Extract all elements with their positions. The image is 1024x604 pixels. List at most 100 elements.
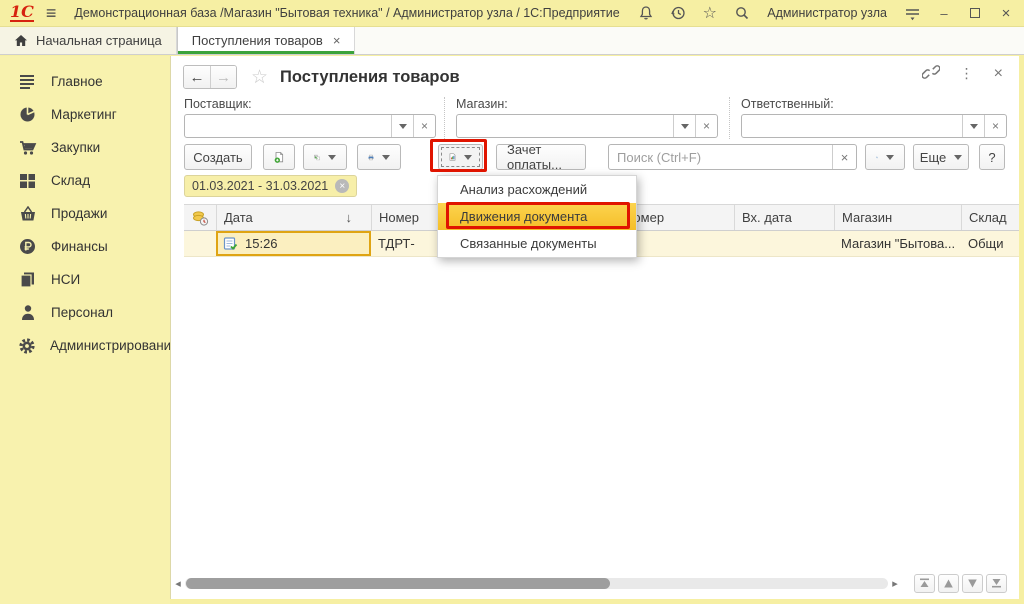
row-in-date-cell[interactable] bbox=[734, 231, 834, 256]
main-menu-icon[interactable]: ≡ bbox=[46, 3, 57, 24]
clear-button[interactable]: × bbox=[695, 115, 717, 137]
forward-button[interactable]: → bbox=[210, 66, 236, 88]
menu-item-related-documents[interactable]: Связанные документы bbox=[438, 230, 636, 257]
create-button[interactable]: Создать bbox=[184, 144, 252, 170]
clear-button[interactable]: × bbox=[413, 115, 435, 137]
scroll-left-icon[interactable]: ◂ bbox=[171, 577, 185, 590]
link-icon[interactable] bbox=[922, 64, 940, 83]
sidebar-item-glavnoe[interactable]: Главное bbox=[0, 65, 170, 98]
row-date-cell[interactable]: 15:26 bbox=[216, 231, 371, 256]
more-menu-icon[interactable]: ⋮ bbox=[960, 65, 974, 82]
scroll-right-icon[interactable]: ▸ bbox=[888, 577, 902, 590]
sidebar-item-nsi[interactable]: НСИ bbox=[0, 263, 170, 296]
store-combo[interactable]: × bbox=[456, 114, 718, 138]
sidebar-item-personal[interactable]: Персонал bbox=[0, 296, 170, 329]
row-store: Магазин "Бытова... bbox=[841, 236, 955, 251]
printer-icon bbox=[368, 150, 374, 165]
create-based-on-button[interactable] bbox=[303, 144, 347, 170]
clear-search-button[interactable]: × bbox=[832, 145, 856, 169]
sidebar-item-prodazhi[interactable]: Продажи bbox=[0, 197, 170, 230]
sidebar-item-zakupki[interactable]: Закупки bbox=[0, 131, 170, 164]
filter-divider bbox=[729, 97, 730, 139]
reports-button[interactable] bbox=[438, 144, 483, 170]
favorites-star-icon[interactable]: ☆ bbox=[701, 5, 718, 22]
column-label: Склад bbox=[969, 210, 1007, 225]
go-last-button[interactable] bbox=[986, 574, 1007, 593]
sidebar-label: Персонал bbox=[51, 305, 113, 320]
titlebar-actions: ☆ Администратор узла – × bbox=[637, 5, 1024, 22]
dropdown-button[interactable] bbox=[962, 115, 984, 137]
sidebar-label: Склад bbox=[51, 173, 90, 188]
responsible-combo[interactable]: × bbox=[741, 114, 1007, 138]
go-up-button[interactable] bbox=[938, 574, 959, 593]
print-button[interactable] bbox=[357, 144, 401, 170]
horizontal-scrollbar[interactable] bbox=[185, 578, 888, 589]
sidebar-item-marketing[interactable]: Маркетинг bbox=[0, 98, 170, 131]
chevron-down-icon bbox=[399, 124, 407, 129]
search-input[interactable] bbox=[609, 150, 832, 165]
chevron-down-icon bbox=[464, 155, 472, 160]
favorite-star-icon[interactable]: ☆ bbox=[251, 66, 268, 89]
notifications-bell-icon[interactable] bbox=[637, 5, 654, 22]
sidebar-item-administrirovanie[interactable]: Администрирование bbox=[0, 329, 170, 362]
help-button[interactable]: ? bbox=[979, 144, 1005, 170]
clear-button[interactable]: × bbox=[984, 115, 1006, 137]
tab-close-icon[interactable]: × bbox=[333, 33, 341, 48]
sidebar-item-sklad[interactable]: Склад bbox=[0, 164, 170, 197]
responsible-label: Ответственный: bbox=[741, 97, 1007, 111]
payment-offset-button[interactable]: Зачет оплаты... bbox=[496, 144, 586, 170]
row-status-cell bbox=[184, 231, 216, 256]
row-warehouse: Общи bbox=[968, 236, 1004, 251]
back-button[interactable]: ← bbox=[184, 66, 210, 88]
supplier-label: Поставщик: bbox=[184, 97, 436, 111]
gear-icon bbox=[18, 336, 36, 355]
dropdown-button[interactable] bbox=[673, 115, 695, 137]
search-icon bbox=[876, 150, 878, 165]
back-arrow-icon: ← bbox=[190, 69, 205, 86]
create-copy-button[interactable] bbox=[263, 144, 295, 170]
dropdown-button[interactable] bbox=[391, 115, 413, 137]
scrollbar-thumb[interactable] bbox=[186, 578, 610, 589]
more-actions-button[interactable]: Еще bbox=[913, 144, 969, 170]
tab-postupleniya[interactable]: Поступления товаров × bbox=[177, 27, 356, 54]
menu-item-document-movements[interactable]: Движения документа bbox=[438, 203, 636, 230]
close-form-icon[interactable]: × bbox=[994, 65, 1003, 83]
current-user[interactable]: Администратор узла bbox=[767, 6, 887, 20]
search-settings-button[interactable] bbox=[865, 144, 905, 170]
home-icon bbox=[14, 34, 28, 47]
remove-period-icon[interactable]: × bbox=[335, 179, 349, 193]
tab-home-label: Начальная страница bbox=[36, 33, 162, 48]
tab-home[interactable]: Начальная страница bbox=[0, 27, 177, 54]
column-header-date[interactable]: Дата ↓ bbox=[216, 205, 371, 230]
go-down-button[interactable] bbox=[962, 574, 983, 593]
chevron-down-icon bbox=[954, 155, 962, 160]
row-number: ТДРТ- bbox=[378, 236, 415, 251]
column-header-store[interactable]: Магазин bbox=[834, 205, 961, 230]
posting-status-column[interactable] bbox=[184, 205, 216, 230]
row-warehouse-cell[interactable]: Общи bbox=[961, 231, 1019, 256]
search-icon[interactable] bbox=[733, 5, 750, 22]
column-header-warehouse[interactable]: Склад bbox=[961, 205, 1019, 230]
ruble-icon bbox=[18, 237, 37, 256]
page-header: ← → ☆ Поступления товаров bbox=[183, 60, 460, 94]
column-header-in-date[interactable]: Вх. дата bbox=[734, 205, 834, 230]
go-first-button[interactable] bbox=[914, 574, 935, 593]
chevron-down-icon bbox=[886, 155, 894, 160]
chevron-down-icon bbox=[970, 124, 978, 129]
period-filter-chip[interactable]: 01.03.2021 - 31.03.2021 × bbox=[184, 175, 357, 197]
minimize-button[interactable]: – bbox=[936, 6, 952, 21]
settings-icon[interactable] bbox=[904, 5, 921, 22]
1c-logo: 1С bbox=[10, 5, 34, 22]
document-chart-icon bbox=[449, 149, 456, 165]
maximize-button[interactable] bbox=[967, 6, 983, 21]
supplier-combo[interactable]: × bbox=[184, 114, 436, 138]
row-store-cell[interactable]: Магазин "Бытова... bbox=[834, 231, 961, 256]
close-window-button[interactable]: × bbox=[998, 5, 1014, 22]
coins-clock-icon bbox=[192, 210, 209, 226]
sidebar-label: Закупки bbox=[51, 140, 100, 155]
column-label: Номер bbox=[379, 210, 419, 225]
history-icon[interactable] bbox=[669, 5, 686, 22]
menu-item-discrepancy-analysis[interactable]: Анализ расхождений bbox=[438, 176, 636, 203]
filter-store: Магазин: × bbox=[456, 97, 718, 138]
sidebar-item-finansy[interactable]: Финансы bbox=[0, 230, 170, 263]
